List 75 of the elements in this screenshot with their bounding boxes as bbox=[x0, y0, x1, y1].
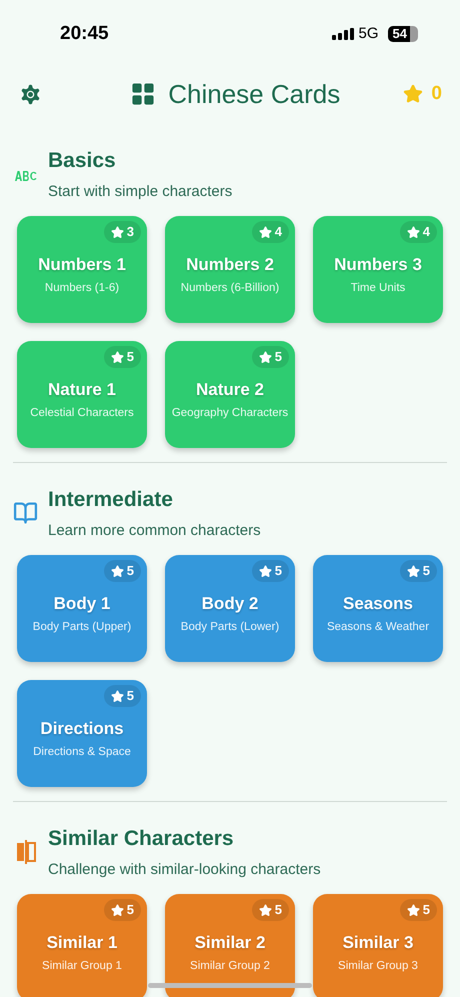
card-title: Numbers 1 bbox=[38, 254, 126, 276]
network-label: 5G bbox=[358, 24, 379, 44]
section-subtitle: Challenge with similar-looking characters bbox=[48, 860, 321, 880]
star-icon bbox=[110, 904, 124, 916]
card-subtitle: Seasons & Weather bbox=[326, 620, 430, 635]
card-title: Body 1 bbox=[54, 593, 110, 615]
section-title: Basics bbox=[48, 148, 117, 174]
star-icon bbox=[406, 226, 420, 238]
lesson-card[interactable]: 4 Numbers 3 Time Units bbox=[313, 216, 443, 323]
app-title: Chinese Cards bbox=[168, 78, 340, 110]
star-count: 4 bbox=[274, 223, 282, 242]
card-subtitle: Directions & Space bbox=[33, 744, 131, 760]
star-icon bbox=[110, 350, 124, 364]
lesson-card[interactable]: 5 Seasons Seasons & Weather bbox=[313, 555, 443, 662]
card-subtitle: Similar Group 1 bbox=[42, 958, 122, 974]
star-count: 5 bbox=[422, 562, 430, 580]
card-title: Seasons bbox=[343, 593, 413, 615]
card-subtitle: Time Units bbox=[350, 280, 406, 296]
card-subtitle: Celestial Characters bbox=[30, 406, 134, 421]
lesson-card[interactable]: 5 Directions Directions & Space bbox=[17, 680, 147, 787]
status-time: 20:45 bbox=[60, 22, 109, 46]
grid-icon bbox=[130, 81, 156, 107]
card-title: Similar 3 bbox=[342, 932, 414, 954]
battery-remainder-icon bbox=[410, 26, 418, 42]
card-title: Similar 1 bbox=[46, 932, 118, 954]
lesson-card[interactable]: 5 Similar 2 Similar Group 2 bbox=[165, 894, 295, 997]
star-icon bbox=[406, 904, 420, 916]
card-title: Numbers 2 bbox=[186, 254, 274, 276]
card-subtitle: Body Parts (Upper) bbox=[32, 620, 132, 635]
star-count: 5 bbox=[126, 562, 134, 580]
card-title: Similar 2 bbox=[194, 932, 266, 954]
card-title: Directions bbox=[40, 718, 124, 740]
star-total: 0 bbox=[431, 82, 442, 106]
card-title: Body 2 bbox=[202, 593, 258, 615]
star-icon bbox=[110, 564, 124, 578]
lesson-card[interactable]: 5 Nature 2 Geography Characters bbox=[165, 341, 295, 448]
battery-level: 54 bbox=[388, 26, 410, 42]
lesson-card[interactable]: 5 Nature 1 Celestial Characters bbox=[17, 341, 147, 448]
star-count: 5 bbox=[274, 348, 282, 366]
star-count: 5 bbox=[126, 687, 134, 706]
section-title: Intermediate bbox=[48, 487, 174, 513]
card-subtitle: Geography Characters bbox=[172, 406, 288, 421]
star-icon bbox=[110, 690, 124, 702]
star-icon bbox=[406, 564, 420, 578]
signal-icon bbox=[332, 28, 354, 40]
star-icon bbox=[403, 84, 424, 104]
star-count: 5 bbox=[422, 901, 430, 920]
card-subtitle: Numbers (1-6) bbox=[44, 280, 120, 296]
star-count: 5 bbox=[274, 901, 282, 920]
star-count: 3 bbox=[126, 223, 134, 242]
card-subtitle: Body Parts (Lower) bbox=[180, 620, 280, 635]
star-icon bbox=[110, 226, 124, 238]
lesson-card[interactable]: 5 Similar 3 Similar Group 3 bbox=[313, 894, 443, 997]
card-subtitle: Similar Group 3 bbox=[338, 958, 418, 974]
star-icon bbox=[258, 904, 272, 916]
card-title: Nature 2 bbox=[196, 379, 264, 401]
card-subtitle: Similar Group 2 bbox=[190, 958, 270, 974]
lesson-card[interactable]: 4 Numbers 2 Numbers (6-Billion) bbox=[165, 216, 295, 323]
star-count: 5 bbox=[274, 562, 282, 580]
star-icon bbox=[258, 564, 272, 578]
card-title: Numbers 3 bbox=[334, 254, 422, 276]
star-count: 5 bbox=[126, 901, 134, 920]
section-title: Similar Characters bbox=[48, 826, 235, 852]
lesson-card[interactable]: 5 Body 2 Body Parts (Lower) bbox=[165, 555, 295, 662]
lesson-card[interactable]: 5 Similar 1 Similar Group 1 bbox=[17, 894, 147, 997]
lesson-card[interactable]: 5 Body 1 Body Parts (Upper) bbox=[17, 555, 147, 662]
star-count: 5 bbox=[126, 348, 134, 366]
card-title: Nature 1 bbox=[48, 379, 116, 401]
section-subtitle: Start with simple characters bbox=[48, 182, 232, 202]
card-subtitle: Numbers (6-Billion) bbox=[180, 280, 280, 296]
section-subtitle: Learn more common characters bbox=[48, 520, 261, 540]
star-icon bbox=[258, 226, 272, 238]
star-count: 4 bbox=[422, 223, 430, 242]
lesson-card[interactable]: 3 Numbers 1 Numbers (1-6) bbox=[17, 216, 147, 323]
star-icon bbox=[258, 350, 272, 364]
